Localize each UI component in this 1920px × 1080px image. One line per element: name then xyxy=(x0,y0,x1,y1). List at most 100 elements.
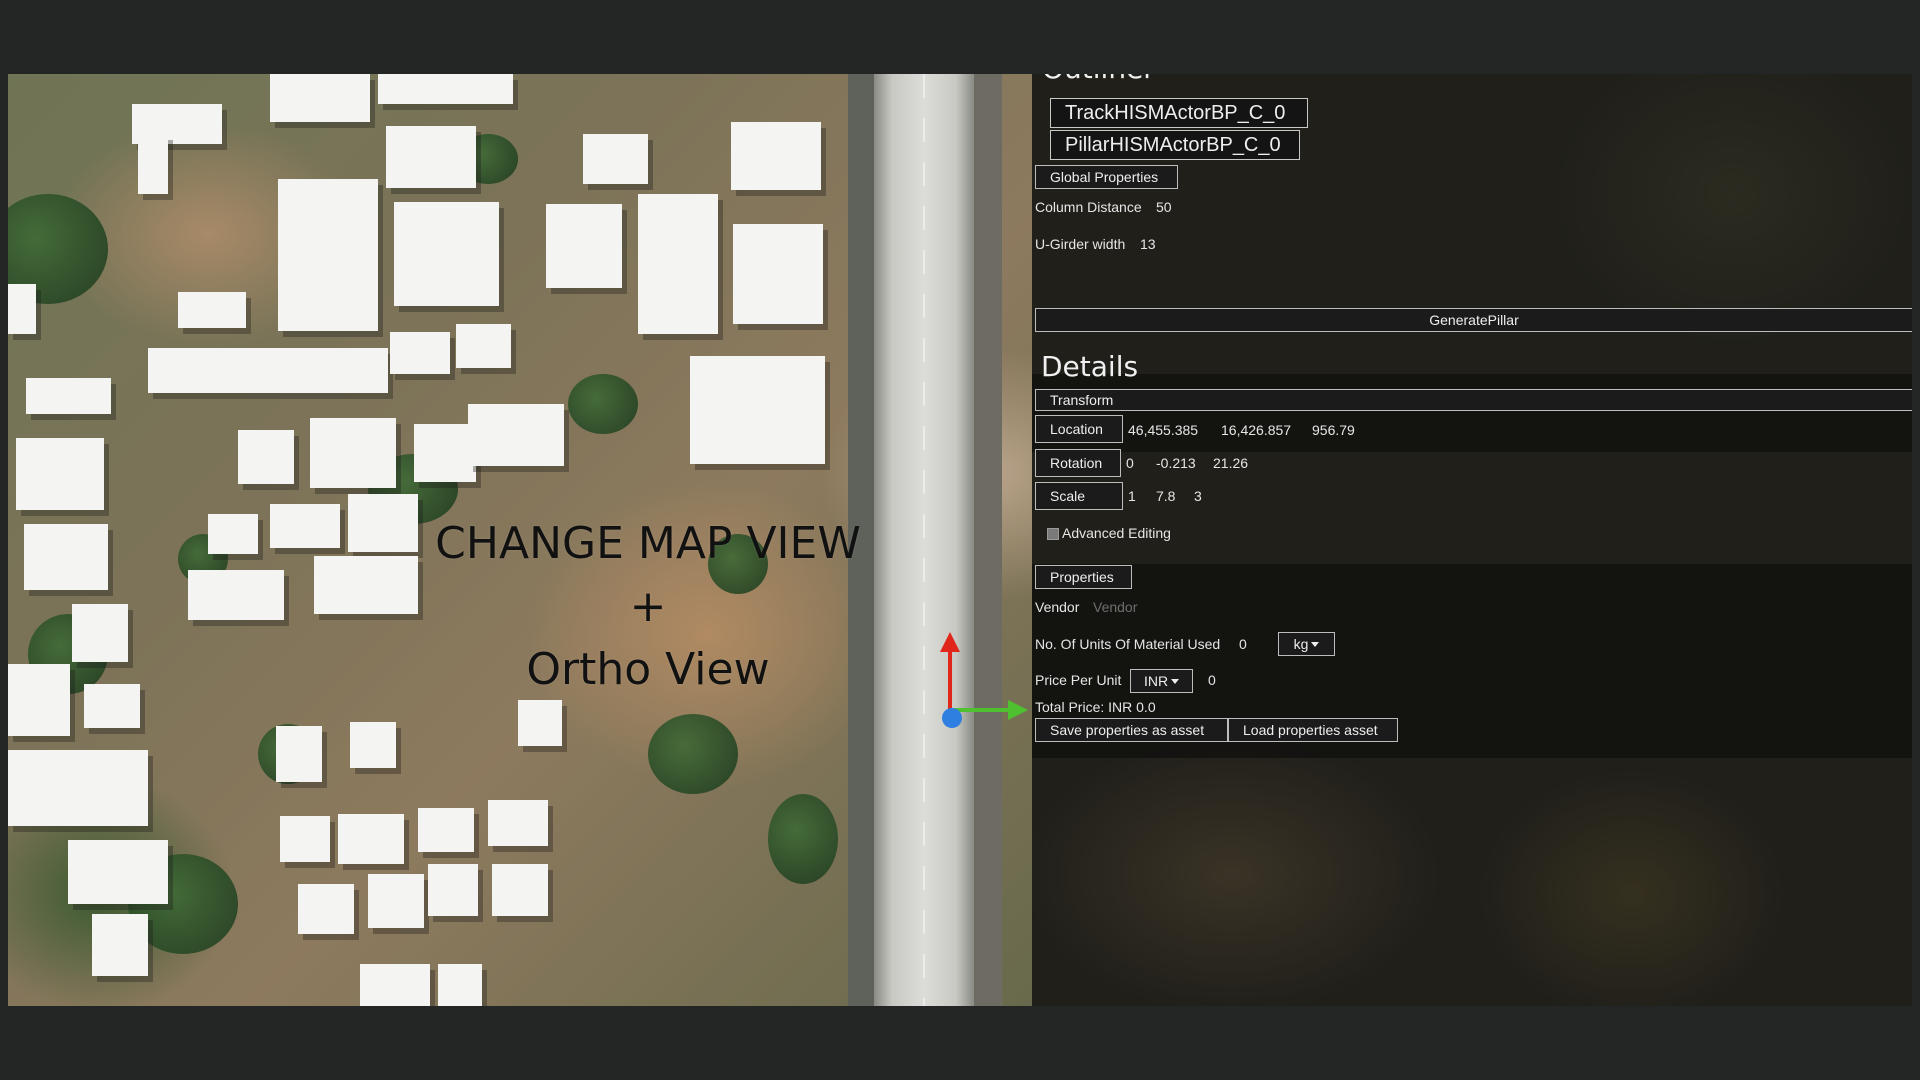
vendor-input[interactable]: Vendor xyxy=(1093,599,1137,615)
map-tree xyxy=(568,374,638,434)
road-shoulder xyxy=(974,74,1002,1006)
map-tree xyxy=(768,794,838,884)
units-dropdown-value: kg xyxy=(1293,636,1309,652)
advanced-editing-checkbox[interactable] xyxy=(1047,528,1059,540)
gizmo-y-arrow[interactable] xyxy=(940,632,960,652)
map-building xyxy=(733,224,823,324)
rotation-z-field[interactable]: 21.26 xyxy=(1213,455,1248,471)
currency-dropdown[interactable]: INR xyxy=(1130,669,1193,693)
outliner-item-pillar[interactable]: PillarHISMActorBP_C_0 xyxy=(1050,130,1300,160)
gizmo-x-arrow[interactable] xyxy=(1008,700,1028,720)
outliner-title: Outliner xyxy=(1042,74,1155,85)
map-building xyxy=(270,74,370,122)
map-building xyxy=(378,74,513,104)
panel-dark-band xyxy=(1032,374,1912,452)
map-building xyxy=(92,914,148,976)
map-building xyxy=(16,438,104,510)
transform-gizmo[interactable] xyxy=(928,622,1032,742)
map-building xyxy=(68,840,168,904)
units-dropdown[interactable]: kg xyxy=(1278,632,1335,656)
map-building xyxy=(386,126,476,188)
price-per-unit-field[interactable]: 0 xyxy=(1208,672,1216,688)
transform-section-header[interactable]: Transform xyxy=(1035,389,1912,411)
location-x-field[interactable]: 46,455.385 xyxy=(1128,422,1198,438)
u-girder-width-field[interactable]: 13 xyxy=(1140,236,1156,252)
currency-dropdown-value: INR xyxy=(1143,673,1169,689)
map-building xyxy=(390,332,450,374)
map-building xyxy=(208,514,258,554)
map-building xyxy=(72,604,128,662)
scale-y-field[interactable]: 7.8 xyxy=(1156,488,1175,504)
generate-pillar-button[interactable]: GeneratePillar xyxy=(1035,308,1912,332)
map-building xyxy=(360,964,430,1006)
map-building xyxy=(368,874,424,928)
price-per-unit-label: Price Per Unit xyxy=(1035,672,1122,688)
vendor-label: Vendor xyxy=(1035,599,1080,615)
save-properties-button[interactable]: Save properties as asset xyxy=(1035,718,1228,742)
map-building xyxy=(350,722,396,768)
map-building xyxy=(690,356,825,464)
map-building xyxy=(414,424,476,482)
properties-button[interactable]: Properties xyxy=(1035,565,1132,589)
map-building xyxy=(298,884,354,934)
scale-z-field[interactable]: 3 xyxy=(1194,488,1202,504)
map-building xyxy=(278,179,378,331)
map-building xyxy=(24,524,108,590)
map-building xyxy=(456,324,511,368)
map-building xyxy=(428,864,478,916)
map-building xyxy=(310,418,396,488)
units-of-material-field[interactable]: 0 xyxy=(1239,636,1247,652)
chevron-down-icon xyxy=(1311,642,1320,647)
gizmo-z-handle[interactable] xyxy=(942,708,962,728)
map-building xyxy=(583,134,648,184)
map-building xyxy=(188,570,284,620)
map-building xyxy=(546,204,622,288)
units-of-material-label: No. Of Units Of Material Used xyxy=(1035,636,1221,652)
scale-button[interactable]: Scale xyxy=(1035,482,1123,510)
map-building xyxy=(314,556,418,614)
rotation-y-field[interactable]: -0.213 xyxy=(1156,455,1196,471)
map-building xyxy=(280,816,330,862)
column-distance-label: Column Distance xyxy=(1035,199,1142,215)
advanced-editing-label: Advanced Editing xyxy=(1062,525,1171,541)
rotation-button[interactable]: Rotation xyxy=(1035,449,1121,477)
map-view-overlay-caption: CHANGE MAP VIEW + Ortho View xyxy=(418,512,878,701)
map-building xyxy=(178,292,246,328)
map-building xyxy=(138,134,168,194)
map-building xyxy=(26,378,111,414)
details-title: Details xyxy=(1041,350,1139,383)
map-building xyxy=(492,864,548,916)
global-properties-button[interactable]: Global Properties xyxy=(1035,165,1178,189)
location-button[interactable]: Location xyxy=(1035,415,1123,443)
map-building xyxy=(488,800,548,846)
total-price-text: Total Price: INR 0.0 xyxy=(1035,699,1156,715)
road-lane-marking xyxy=(923,74,925,1006)
properties-panel: Outliner TrackHISMActorBP_C_0 PillarHISM… xyxy=(1032,74,1912,1006)
map-building xyxy=(468,404,564,466)
location-y-field[interactable]: 16,426.857 xyxy=(1221,422,1291,438)
map-building xyxy=(148,348,388,393)
location-z-field[interactable]: 956.79 xyxy=(1312,422,1355,438)
load-properties-button[interactable]: Load properties asset xyxy=(1228,718,1398,742)
map-building xyxy=(638,194,718,334)
overlay-line-3: Ortho View xyxy=(526,644,770,695)
map-building xyxy=(84,684,140,728)
map-building xyxy=(8,750,148,826)
column-distance-field[interactable]: 50 xyxy=(1156,199,1172,215)
map-building xyxy=(338,814,404,864)
outliner-item-track[interactable]: TrackHISMActorBP_C_0 xyxy=(1050,98,1308,128)
overlay-line-1: CHANGE MAP VIEW xyxy=(435,518,861,569)
rotation-x-field[interactable]: 0 xyxy=(1126,455,1134,471)
map-building xyxy=(8,664,70,736)
map-building xyxy=(518,700,562,746)
map-viewport[interactable]: CHANGE MAP VIEW + Ortho View xyxy=(8,74,1032,1006)
map-building xyxy=(348,494,418,552)
map-building xyxy=(438,964,482,1006)
map-building xyxy=(276,726,322,782)
map-building xyxy=(418,808,474,852)
map-building xyxy=(270,504,340,548)
map-building xyxy=(394,202,499,306)
map-tree xyxy=(648,714,738,794)
overlay-line-2: + xyxy=(629,581,667,632)
scale-x-field[interactable]: 1 xyxy=(1128,488,1136,504)
